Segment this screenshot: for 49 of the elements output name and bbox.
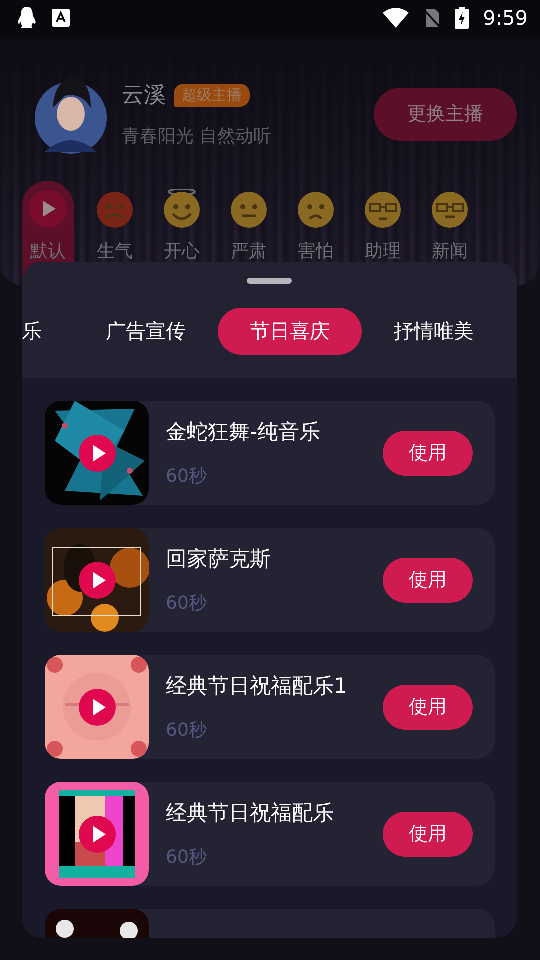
play-icon[interactable] <box>79 435 116 472</box>
emotion-option[interactable]: 害怕 <box>290 181 342 286</box>
track-title: 经典节日祝福配乐1 <box>166 673 348 700</box>
emotion-option[interactable]: 新闻 <box>424 181 476 286</box>
track-title: 金蛇狂舞-纯音乐 <box>166 419 322 446</box>
emotion-label: 害怕 <box>298 240 334 263</box>
emotion-label: 默认 <box>30 240 66 263</box>
category-tab[interactable]: 节日喜庆 <box>218 308 362 355</box>
emotion-label: 新闻 <box>432 240 468 263</box>
face-icon <box>96 189 134 229</box>
battery-icon <box>455 7 470 29</box>
category-tab[interactable]: 乐 <box>22 308 74 355</box>
emotion-option[interactable]: 严肃 <box>223 181 275 286</box>
use-button[interactable]: 使用 <box>383 430 473 476</box>
emotion-option[interactable]: 助理 <box>357 181 409 286</box>
track-title: 回家萨克斯 <box>166 546 272 573</box>
play-icon[interactable] <box>79 562 116 599</box>
host-badge: 超级主播 <box>174 84 250 106</box>
category-tab[interactable]: 广告宣传 <box>74 308 218 355</box>
no-sim-icon <box>423 8 442 28</box>
play-icon <box>28 189 68 229</box>
track-duration: 60秒 <box>166 592 208 615</box>
category-tab[interactable]: 抒情唯美 <box>362 308 506 355</box>
emotion-label: 生气 <box>97 240 133 263</box>
track-duration: 60秒 <box>166 465 208 488</box>
emotion-option[interactable]: 开心 <box>156 181 208 286</box>
emotion-label: 助理 <box>365 240 401 263</box>
use-button[interactable]: 使用 <box>383 812 473 856</box>
use-button[interactable]: 使用 <box>383 558 473 602</box>
wifi-icon <box>383 8 410 28</box>
face-icon <box>431 189 469 229</box>
emotion-option[interactable]: 生气 <box>89 181 141 286</box>
text-icon <box>52 9 70 27</box>
face-icon <box>163 189 201 229</box>
face-icon <box>297 189 335 229</box>
use-button[interactable]: 使用 <box>383 684 473 730</box>
penguin-icon <box>16 6 38 30</box>
face-icon <box>364 189 402 229</box>
drag-handle[interactable] <box>247 278 292 284</box>
host-tagline: 青春阳光 自然动听 <box>122 125 273 148</box>
host-name: 云溪 <box>122 82 166 110</box>
emotion-label: 严肃 <box>231 240 267 263</box>
face-icon <box>230 189 268 229</box>
track-duration: 60秒 <box>166 719 208 742</box>
clock-time: 9:59 <box>483 6 528 30</box>
emotion-label: 开心 <box>164 240 200 263</box>
track-duration: 60秒 <box>166 846 208 869</box>
track-title: 经典节日祝福配乐 <box>166 800 335 827</box>
change-host-button[interactable]: 更换主播 <box>374 88 517 140</box>
